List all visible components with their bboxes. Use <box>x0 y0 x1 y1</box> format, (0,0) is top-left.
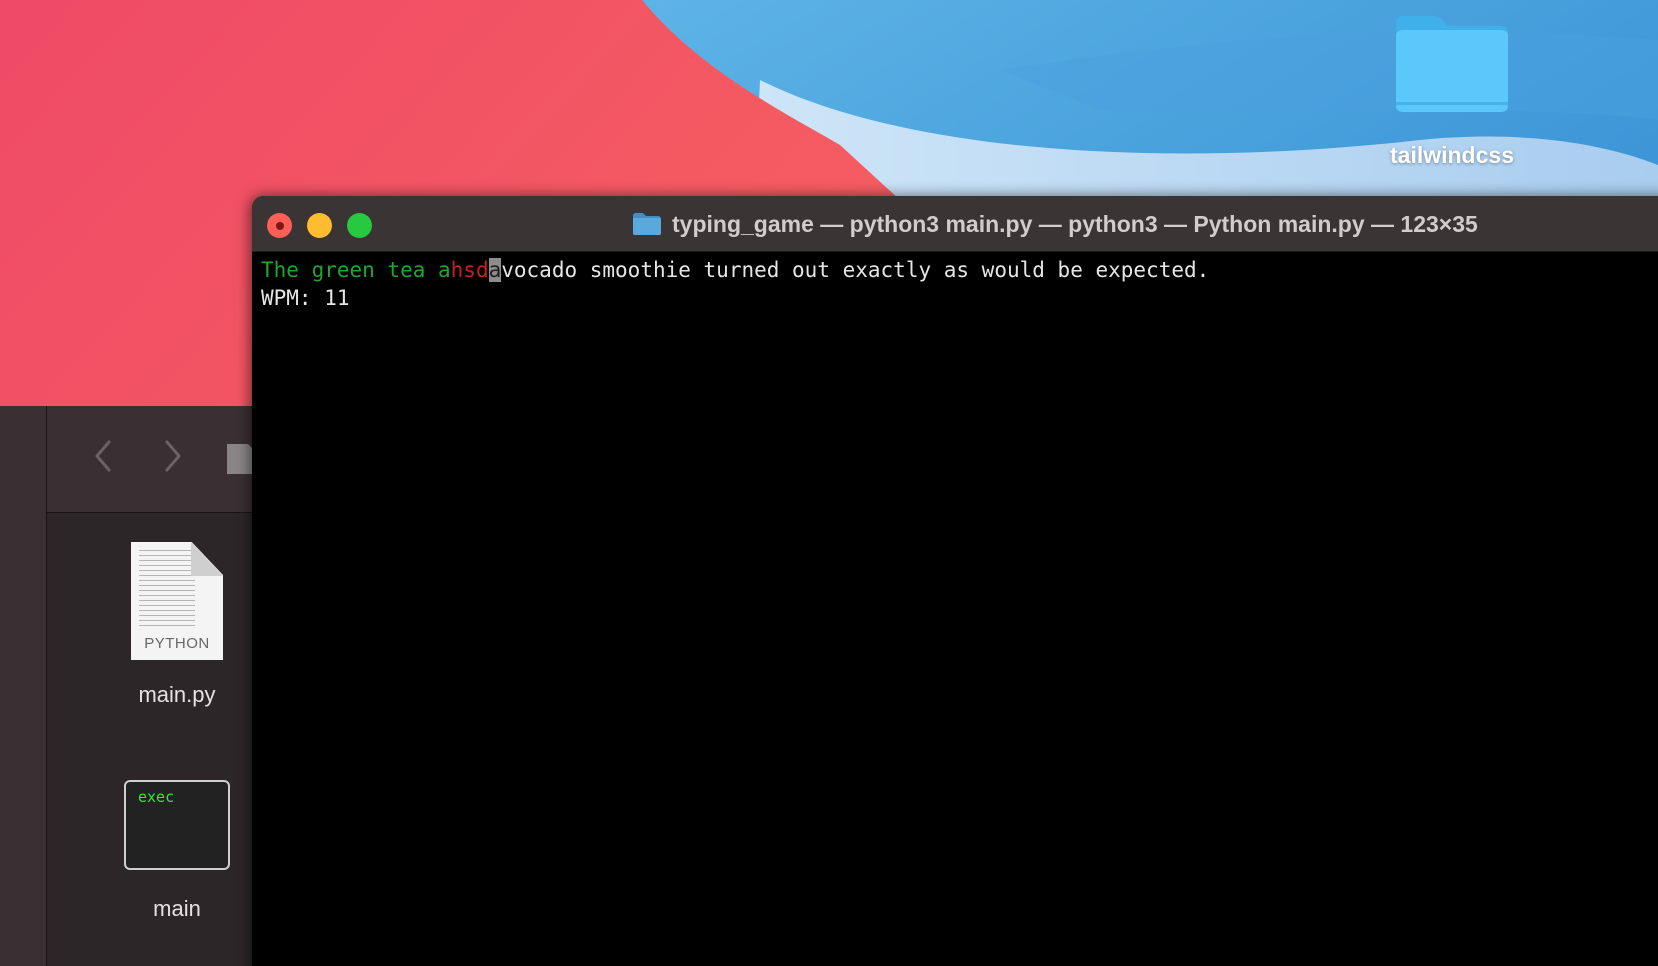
back-arrow-icon[interactable] <box>89 438 119 474</box>
file-item-main[interactable]: exec main <box>107 780 247 922</box>
text-cursor: a <box>488 258 502 282</box>
typing-line: The green tea ahsdavocado smoothie turne… <box>261 256 1209 284</box>
typed-correct-text: The green tea a <box>261 258 451 282</box>
desktop-folder-tailwindcss[interactable]: tailwindcss <box>1362 14 1542 174</box>
close-button[interactable] <box>267 213 292 238</box>
terminal-title-text: typing_game — python3 main.py — python3 … <box>672 210 1478 237</box>
desktop-folder-label: tailwindcss <box>1390 142 1514 168</box>
typed-incorrect-text: hsd <box>450 258 489 282</box>
finder-toolbar <box>47 406 260 513</box>
terminal-content[interactable]: The green tea ahsdavocado smoothie turne… <box>261 256 1209 312</box>
remaining-text: vocado smoothie turned out exactly as wo… <box>501 258 1210 282</box>
file-label: main <box>153 896 201 921</box>
file-item-main-py[interactable]: PYTHON main.py <box>107 542 247 708</box>
terminal-titlebar[interactable]: typing_game — python3 main.py — python3 … <box>252 196 1658 252</box>
python-file-icon: PYTHON <box>131 542 223 660</box>
exec-icon-text: exec <box>138 788 175 806</box>
folder-icon <box>632 212 662 236</box>
desktop: tailwindcss PYTHON main.py exec main typ… <box>0 0 1658 966</box>
file-type-label: PYTHON <box>144 635 210 652</box>
minimize-button[interactable] <box>307 213 332 238</box>
finder-sidebar <box>0 406 47 966</box>
wpm-readout: WPM: 11 <box>261 286 350 310</box>
folder-icon <box>1392 14 1512 114</box>
maximize-button[interactable] <box>347 213 372 238</box>
file-label: main.py <box>138 682 216 707</box>
terminal-title: typing_game — python3 main.py — python3 … <box>632 196 1478 252</box>
forward-arrow-icon[interactable] <box>157 438 187 474</box>
exec-file-icon: exec <box>124 780 230 870</box>
terminal-window[interactable]: typing_game — python3 main.py — python3 … <box>252 196 1658 966</box>
finder-window: PYTHON main.py exec main <box>0 406 260 966</box>
